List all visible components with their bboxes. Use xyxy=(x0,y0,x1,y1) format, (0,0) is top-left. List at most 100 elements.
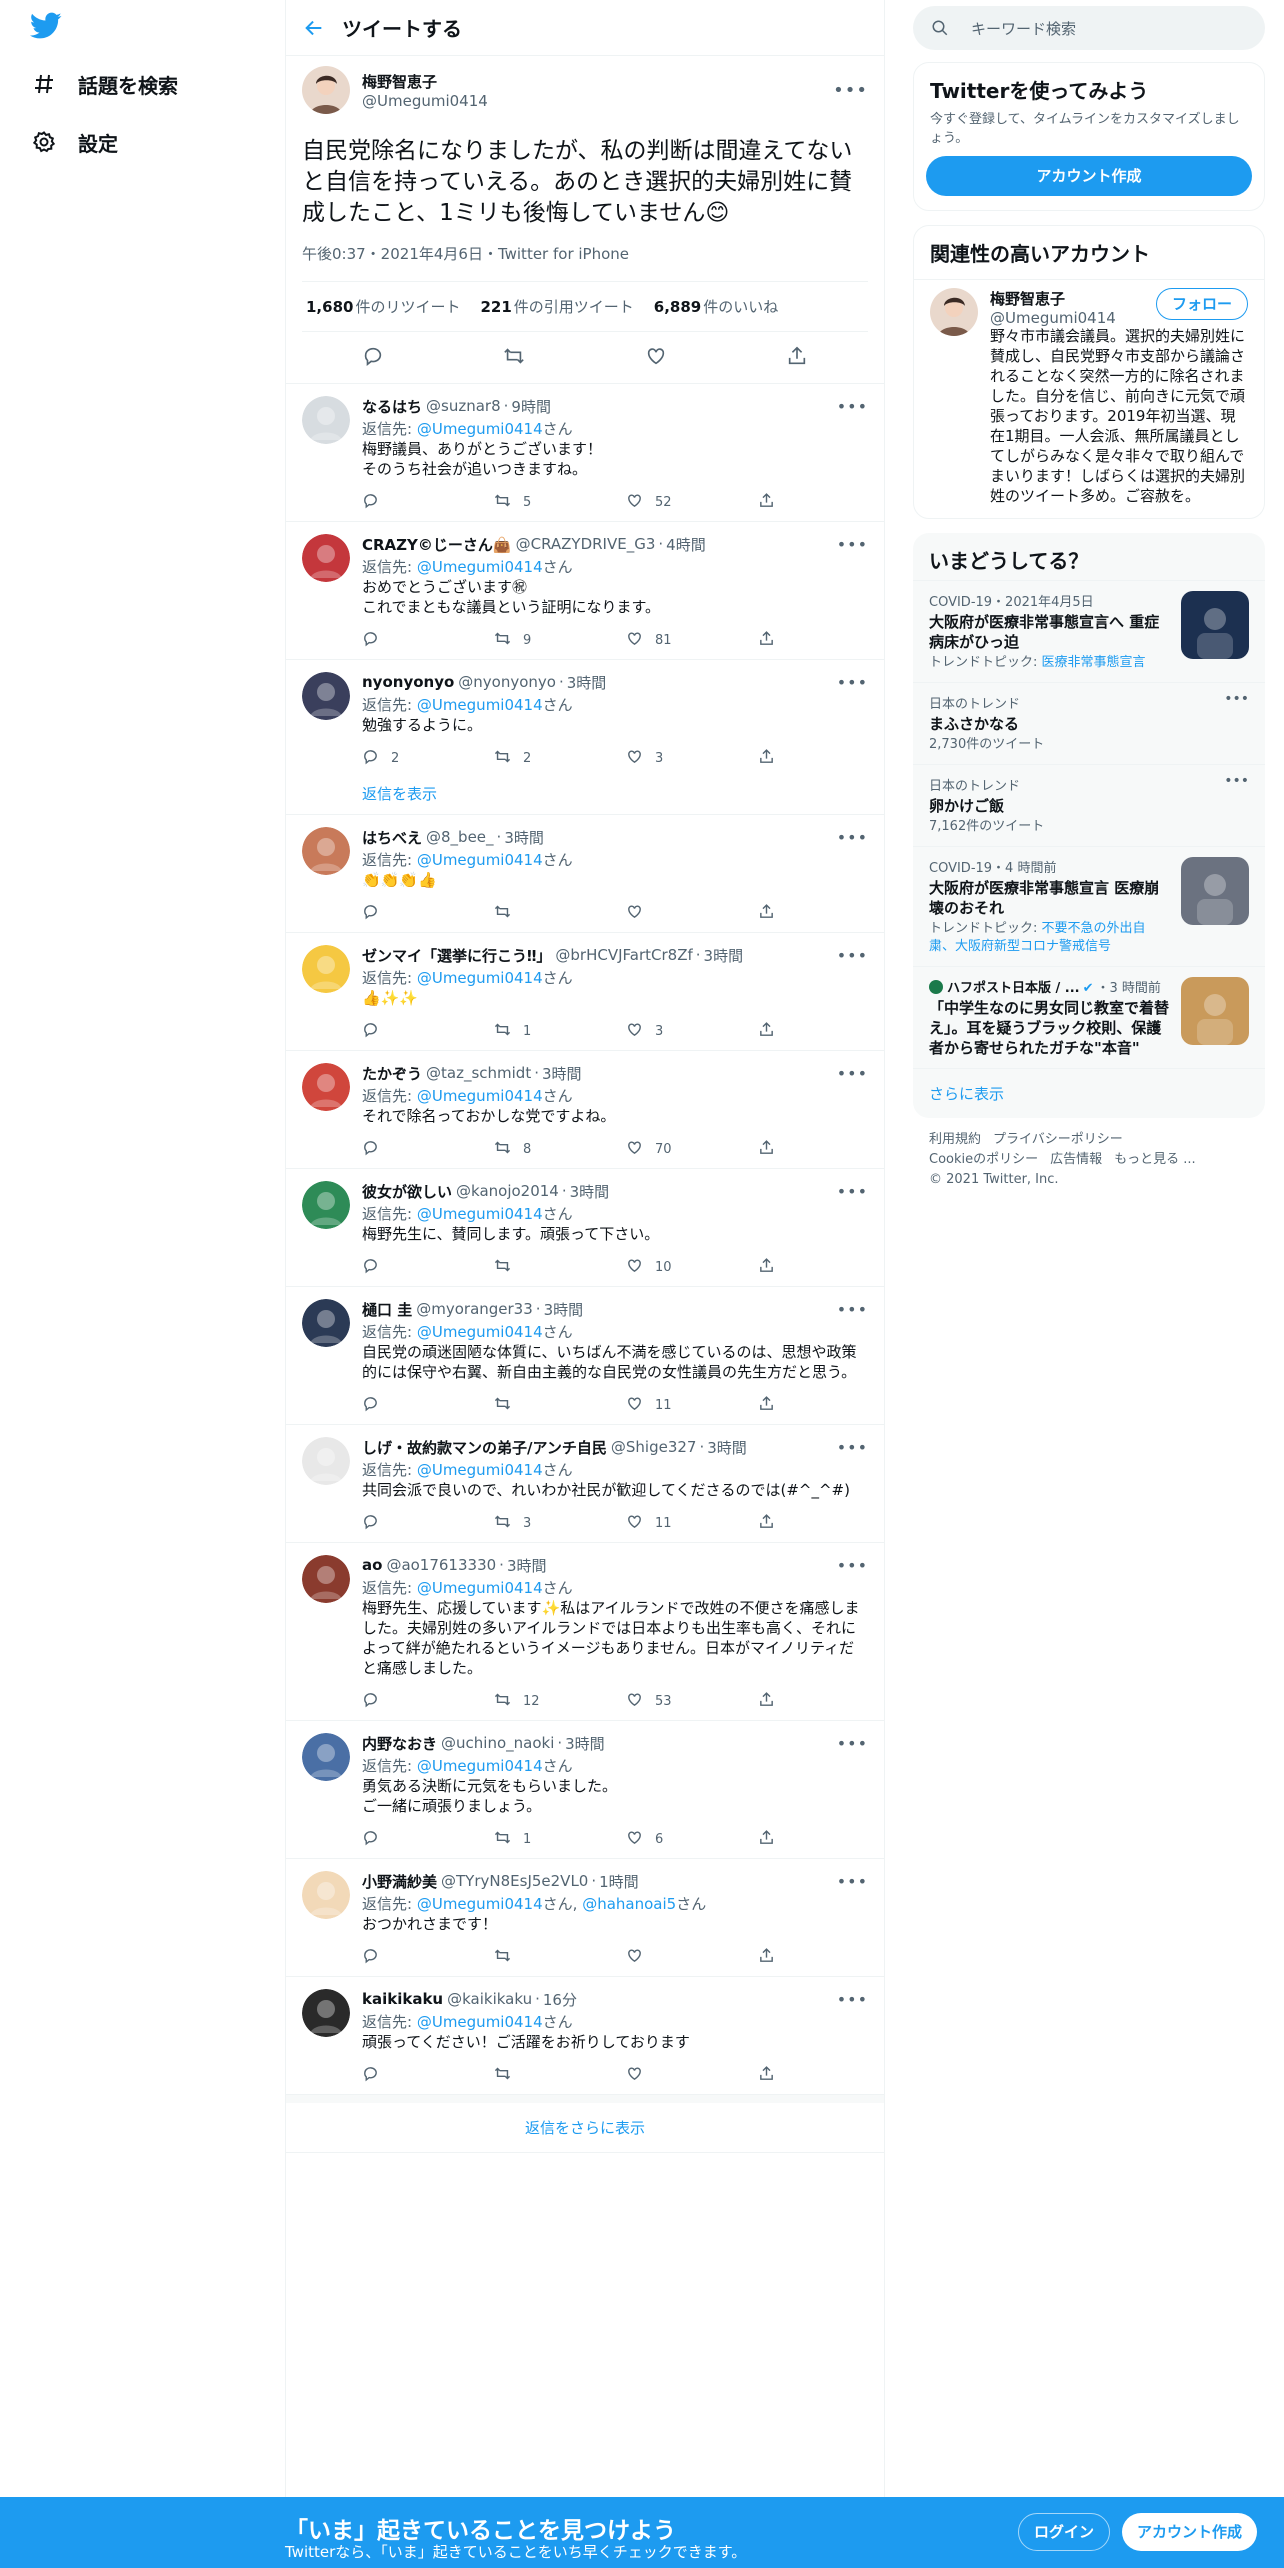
more-icon[interactable]: ••• xyxy=(1224,691,1249,707)
reply-author-name[interactable]: 小野満紗美 xyxy=(362,1871,437,1892)
reply-tweet[interactable]: なるはち @suznar8 · 9時間 ••• 返信先: @Umegumi041… xyxy=(286,384,884,522)
reply-time[interactable]: 3時間 xyxy=(542,1063,582,1084)
reply-to-link[interactable]: @Umegumi0414 xyxy=(417,1087,543,1105)
reply-button[interactable] xyxy=(362,903,494,924)
footer-ads[interactable]: 広告情報 xyxy=(1050,1152,1102,1167)
retweet-button[interactable] xyxy=(494,903,626,924)
more-icon[interactable]: ••• xyxy=(837,535,868,554)
avatar[interactable] xyxy=(302,1871,350,1919)
retweet-button[interactable]: 9 xyxy=(494,630,626,651)
share-button[interactable] xyxy=(758,1021,787,1042)
reply-button[interactable] xyxy=(362,1947,494,1968)
avatar[interactable] xyxy=(302,1299,350,1347)
retweet-button[interactable] xyxy=(494,1395,626,1416)
trend-image[interactable] xyxy=(1181,857,1249,925)
trend-image[interactable] xyxy=(1181,591,1249,659)
retweet-button[interactable] xyxy=(494,2065,626,2086)
avatar[interactable] xyxy=(302,66,350,114)
reply-tweet[interactable]: 樋口 圭 @myoranger33 · 3時間 ••• 返信先: @Umegum… xyxy=(286,1287,884,1425)
more-icon[interactable]: ••• xyxy=(837,1064,868,1083)
reply-icon[interactable] xyxy=(362,345,384,371)
reply-author-handle[interactable]: @8_bee_ xyxy=(426,828,494,846)
reply-author-handle[interactable]: @brHCVJFartCr8Zf xyxy=(555,946,692,964)
share-button[interactable] xyxy=(758,1829,787,1850)
reply-time[interactable]: 3時間 xyxy=(544,1299,584,1320)
share-button[interactable] xyxy=(758,1257,787,1278)
reply-to-link[interactable]: @Umegumi0414 xyxy=(417,1461,543,1479)
avatar[interactable] xyxy=(302,672,350,720)
reply-tweet[interactable]: たかぞう @taz_schmidt · 3時間 ••• 返信先: @Umegum… xyxy=(286,1051,884,1169)
related-name[interactable]: 梅野智恵子 xyxy=(990,288,1116,309)
avatar[interactable] xyxy=(302,396,350,444)
like-button[interactable]: 11 xyxy=(626,1395,758,1416)
avatar[interactable] xyxy=(302,534,350,582)
login-button[interactable]: ログイン xyxy=(1018,2513,1110,2551)
show-more-link[interactable]: さらに表示 xyxy=(913,1068,1265,1118)
quote-count[interactable]: 221 件の引用ツイート xyxy=(480,296,633,317)
more-replies-button[interactable]: 返信をさらに表示 xyxy=(286,2095,884,2153)
reply-button[interactable] xyxy=(362,1513,494,1534)
avatar[interactable] xyxy=(930,288,978,336)
reply-time[interactable]: 3時間 xyxy=(707,1437,747,1458)
like-button[interactable] xyxy=(626,903,758,924)
reply-time[interactable]: 3時間 xyxy=(570,1181,610,1202)
reply-author-name[interactable]: ゼンマイ「選挙に行こう‼」 xyxy=(362,945,551,966)
more-icon[interactable]: ••• xyxy=(837,828,868,847)
create-account-button[interactable]: アカウント作成 xyxy=(926,156,1252,196)
share-button[interactable] xyxy=(758,2065,787,2086)
reply-to-link[interactable]: @hahanoai5 xyxy=(582,1895,676,1913)
author-name[interactable]: 梅野智恵子 xyxy=(362,71,488,92)
reply-to-link[interactable]: @Umegumi0414 xyxy=(417,1579,543,1597)
signup-button[interactable]: アカウント作成 xyxy=(1122,2513,1257,2551)
nav-settings[interactable]: 設定 xyxy=(30,122,118,162)
reply-author-name[interactable]: nyonyonyo xyxy=(362,673,454,691)
reply-to-link[interactable]: @Umegumi0414 xyxy=(417,969,543,987)
reply-time[interactable]: 3時間 xyxy=(507,1555,547,1576)
author-handle[interactable]: @Umegumi0414 xyxy=(362,92,488,110)
share-button[interactable] xyxy=(758,630,787,651)
footer-cookie[interactable]: Cookieのポリシー xyxy=(929,1152,1038,1167)
reply-button[interactable] xyxy=(362,1691,494,1712)
reply-time[interactable]: 3時間 xyxy=(504,827,544,848)
more-icon[interactable]: ••• xyxy=(837,1556,868,1575)
share-button[interactable] xyxy=(758,903,787,924)
avatar[interactable] xyxy=(302,1555,350,1603)
reply-button[interactable] xyxy=(362,492,494,513)
more-icon[interactable]: ••• xyxy=(837,1872,868,1891)
reply-tweet[interactable]: nyonyonyo @nyonyonyo · 3時間 ••• 返信先: @Ume… xyxy=(286,660,884,815)
like-button[interactable]: 6 xyxy=(626,1829,758,1850)
like-button[interactable]: 3 xyxy=(626,748,758,769)
reply-author-handle[interactable]: @kanojo2014 xyxy=(456,1182,559,1200)
avatar[interactable] xyxy=(302,1989,350,2037)
share-button[interactable] xyxy=(758,1947,787,1968)
reply-to-link[interactable]: @Umegumi0414 xyxy=(417,1323,543,1341)
more-icon[interactable]: ••• xyxy=(837,946,868,965)
reply-author-handle[interactable]: @myoranger33 xyxy=(416,1300,533,1318)
reply-author-name[interactable]: しげ・故約款マンの弟子/アンチ自民 xyxy=(362,1437,607,1458)
trend-image[interactable] xyxy=(1181,977,1249,1045)
reply-author-handle[interactable]: @CRAZYDRIVE_G3 xyxy=(516,535,656,553)
follow-button[interactable]: フォロー xyxy=(1155,288,1248,320)
share-button[interactable] xyxy=(758,1395,787,1416)
share-button[interactable] xyxy=(758,492,787,513)
retweet-button[interactable]: 8 xyxy=(494,1139,626,1160)
trend-item[interactable]: 日本のトレンド 卵かけご飯 7,162件のツイート ••• xyxy=(913,764,1265,846)
footer-privacy[interactable]: プライバシーポリシー xyxy=(993,1132,1123,1147)
like-button[interactable]: 70 xyxy=(626,1139,758,1160)
share-icon[interactable] xyxy=(786,345,808,371)
avatar[interactable] xyxy=(302,1733,350,1781)
reply-button[interactable] xyxy=(362,2065,494,2086)
reply-tweet[interactable]: しげ・故約款マンの弟子/アンチ自民 @Shige327 · 3時間 ••• 返信… xyxy=(286,1425,884,1543)
reply-button[interactable] xyxy=(362,1829,494,1850)
reply-author-name[interactable]: 内野なおき xyxy=(362,1733,437,1754)
trend-item[interactable]: ハフポスト日本版 / ... ✔ ・3 時間前 「中学生なのに男女同じ教室で着替え」… xyxy=(913,966,1265,1068)
like-button[interactable]: 53 xyxy=(626,1691,758,1712)
reply-time[interactable]: 9時間 xyxy=(511,396,551,417)
reply-time[interactable]: 3時間 xyxy=(565,1733,605,1754)
more-icon[interactable]: ••• xyxy=(837,673,868,692)
avatar[interactable] xyxy=(302,945,350,993)
reply-to-link[interactable]: @Umegumi0414 xyxy=(417,1895,543,1913)
share-button[interactable] xyxy=(758,1513,787,1534)
reply-time[interactable]: 3時間 xyxy=(704,945,744,966)
retweet-button[interactable]: 12 xyxy=(494,1691,626,1712)
